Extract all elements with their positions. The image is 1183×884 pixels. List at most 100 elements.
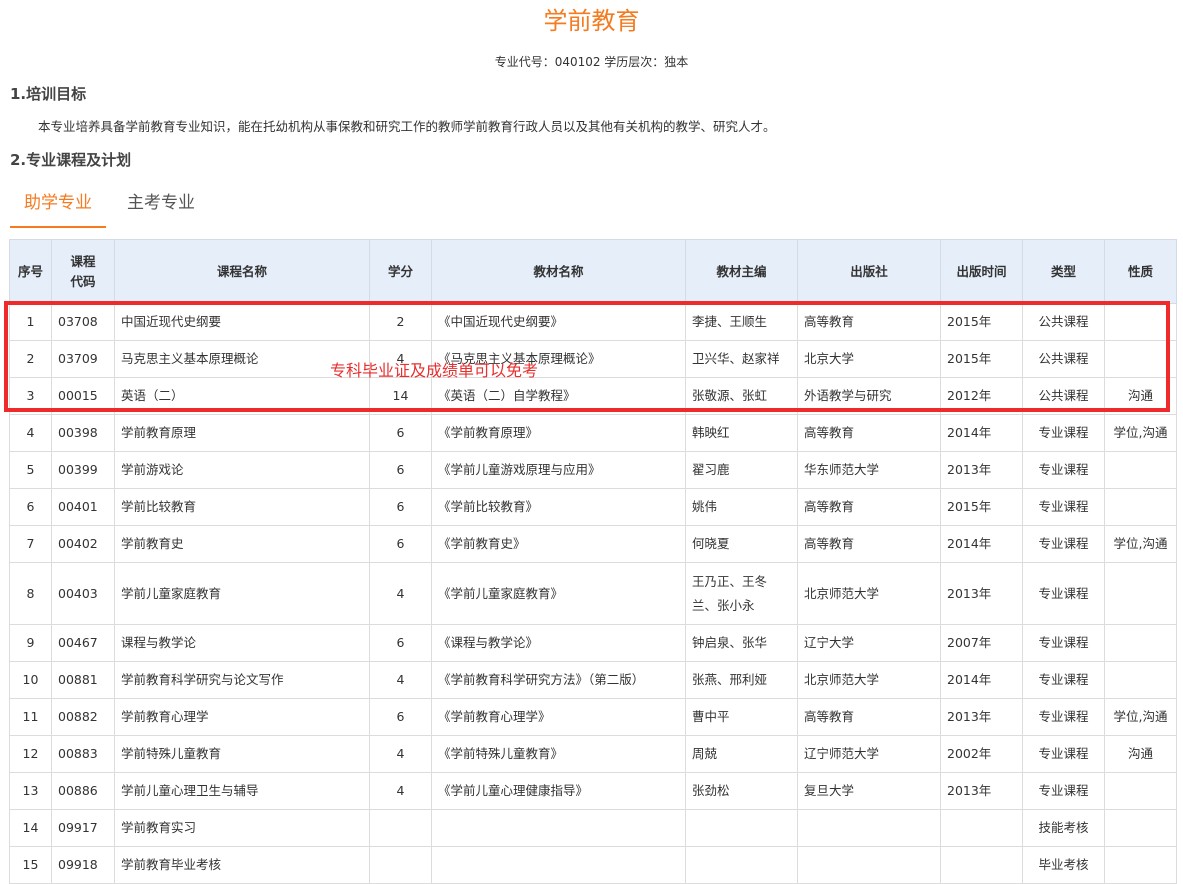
table-cell: 曹中平 xyxy=(685,698,798,736)
table-cell: 卫兴华、赵家祥 xyxy=(685,340,798,378)
table-cell: 英语（二） xyxy=(114,377,370,415)
table-cell: 《学前特殊儿童教育》 xyxy=(431,735,686,773)
table-cell: 北京师范大学 xyxy=(797,661,941,699)
table-cell: 2015年 xyxy=(940,488,1023,526)
table-cell xyxy=(1104,562,1177,625)
table-cell: 学前教育心理学 xyxy=(114,698,370,736)
table-cell: 周兢 xyxy=(685,735,798,773)
table-cell xyxy=(1104,303,1177,341)
column-header: 教材名称 xyxy=(431,239,686,304)
table-cell: 6 xyxy=(369,451,432,489)
table-row: 15 09918 学前教育毕业考核 毕业考核 xyxy=(9,846,1177,884)
table-cell: 钟启泉、张华 xyxy=(685,624,798,662)
table-row: 10 00881 学前教育科学研究与论文写作 4 《学前教育科学研究方法》（第二版） 张燕… xyxy=(9,661,1177,699)
table-cell xyxy=(1104,451,1177,489)
section-heading-training-goal: 1.培训目标 xyxy=(10,85,87,103)
table-cell xyxy=(431,809,686,847)
table-cell: 00886 xyxy=(51,772,115,810)
table-cell: 专业课程 xyxy=(1022,488,1105,526)
table-cell: 14 xyxy=(369,377,432,415)
table-cell: 09918 xyxy=(51,846,115,884)
table-cell: 00399 xyxy=(51,451,115,489)
table-cell: 00881 xyxy=(51,661,115,699)
table-cell: 9 xyxy=(9,624,52,662)
table-cell: 3 xyxy=(9,377,52,415)
table-cell: 学前教育实习 xyxy=(114,809,370,847)
table-cell: 专业课程 xyxy=(1022,735,1105,773)
table-cell: 00015 xyxy=(51,377,115,415)
table-cell: 10 xyxy=(9,661,52,699)
table-cell: 张劲松 xyxy=(685,772,798,810)
table-cell: 《马克思主义基本原理概论》 xyxy=(431,340,686,378)
table-cell: 专业课程 xyxy=(1022,451,1105,489)
table-cell: 张敬源、张虹 xyxy=(685,377,798,415)
table-cell: 韩映红 xyxy=(685,414,798,452)
table-row: 11 00882 学前教育心理学 6 《学前教育心理学》 曹中平 高等教育 2013年 专业课程… xyxy=(9,698,1177,736)
table-cell: 2 xyxy=(9,340,52,378)
table-cell: 2015年 xyxy=(940,303,1023,341)
table-row: 4 00398 学前教育原理 6 《学前教育原理》 韩映红 高等教育 2014年 专业课程 学位,… xyxy=(9,414,1177,452)
table-cell: 6 xyxy=(369,488,432,526)
table-cell: 专业课程 xyxy=(1022,772,1105,810)
table-cell: 学前教育科学研究与论文写作 xyxy=(114,661,370,699)
table-cell: 2 xyxy=(369,303,432,341)
table-cell: 学前游戏论 xyxy=(114,451,370,489)
table-cell: 00883 xyxy=(51,735,115,773)
table-cell: 2013年 xyxy=(940,562,1023,625)
table-cell: 《学前儿童心理健康指导》 xyxy=(431,772,686,810)
table-cell: 高等教育 xyxy=(797,303,941,341)
table-cell: 00467 xyxy=(51,624,115,662)
table-cell: 2014年 xyxy=(940,414,1023,452)
table-cell: 专业课程 xyxy=(1022,414,1105,452)
table-cell xyxy=(685,809,798,847)
table-cell xyxy=(1104,624,1177,662)
table-cell: 北京师范大学 xyxy=(797,562,941,625)
course-table-body: 1 03708 中国近现代史纲要 2 《中国近现代史纲要》 李捷、王顺生 高等教育 2015年… xyxy=(9,303,1177,884)
table-cell: 《学前教育史》 xyxy=(431,525,686,563)
table-cell: 高等教育 xyxy=(797,488,941,526)
table-cell: 6 xyxy=(369,414,432,452)
table-cell: 2014年 xyxy=(940,661,1023,699)
table-cell: 华东师范大学 xyxy=(797,451,941,489)
table-cell: 学前比较教育 xyxy=(114,488,370,526)
table-cell: 高等教育 xyxy=(797,414,941,452)
table-row: 13 00886 学前儿童心理卫生与辅导 4 《学前儿童心理健康指导》 张劲松 复旦大学 20… xyxy=(9,772,1177,810)
table-cell: 2007年 xyxy=(940,624,1023,662)
table-cell xyxy=(431,846,686,884)
tab-main-exam-major[interactable]: 主考专业 xyxy=(113,182,209,226)
column-header: 出版社 xyxy=(797,239,941,304)
table-cell: 6 xyxy=(9,488,52,526)
table-cell: 学位,沟通 xyxy=(1104,525,1177,563)
table-row: 14 09917 学前教育实习 技能考核 xyxy=(9,809,1177,847)
table-cell: 《学前教育原理》 xyxy=(431,414,686,452)
table-cell: 学位,沟通 xyxy=(1104,698,1177,736)
table-cell: 专业课程 xyxy=(1022,525,1105,563)
table-cell: 学前教育史 xyxy=(114,525,370,563)
column-header: 序号 xyxy=(9,239,52,304)
tab-assisted-major[interactable]: 助学专业 xyxy=(10,182,106,228)
table-cell: 5 xyxy=(9,451,52,489)
column-header: 出版时间 xyxy=(940,239,1023,304)
table-cell: 2012年 xyxy=(940,377,1023,415)
table-cell xyxy=(940,846,1023,884)
table-header-row: 序号 课程代码 课程名称 学分 教材名称 教材主编 出版社 出版时间 类型 性质 xyxy=(9,239,1177,304)
table-cell: 学前儿童心理卫生与辅导 xyxy=(114,772,370,810)
column-header: 类型 xyxy=(1022,239,1105,304)
table-cell: 2014年 xyxy=(940,525,1023,563)
table-cell: 《学前儿童家庭教育》 xyxy=(431,562,686,625)
table-cell xyxy=(369,809,432,847)
column-header-label: 课程代码 xyxy=(70,253,96,289)
table-cell xyxy=(940,809,1023,847)
table-cell: 6 xyxy=(369,525,432,563)
table-cell: 14 xyxy=(9,809,52,847)
table-cell: 《学前教育科学研究方法》（第二版） xyxy=(431,661,686,699)
table-cell: 专业课程 xyxy=(1022,624,1105,662)
table-cell xyxy=(797,809,941,847)
table-cell: 何晓夏 xyxy=(685,525,798,563)
table-row: 5 00399 学前游戏论 6 《学前儿童游戏原理与应用》 翟习鹿 华东师范大学 2013年专… xyxy=(9,451,1177,489)
table-row: 2 03709 马克思主义基本原理概论 4 《马克思主义基本原理概论》 卫兴华、赵家祥 北京… xyxy=(9,340,1177,378)
table-cell: 8 xyxy=(9,562,52,625)
table-cell: 外语教学与研究 xyxy=(797,377,941,415)
table-cell xyxy=(1104,340,1177,378)
table-cell: 《中国近现代史纲要》 xyxy=(431,303,686,341)
